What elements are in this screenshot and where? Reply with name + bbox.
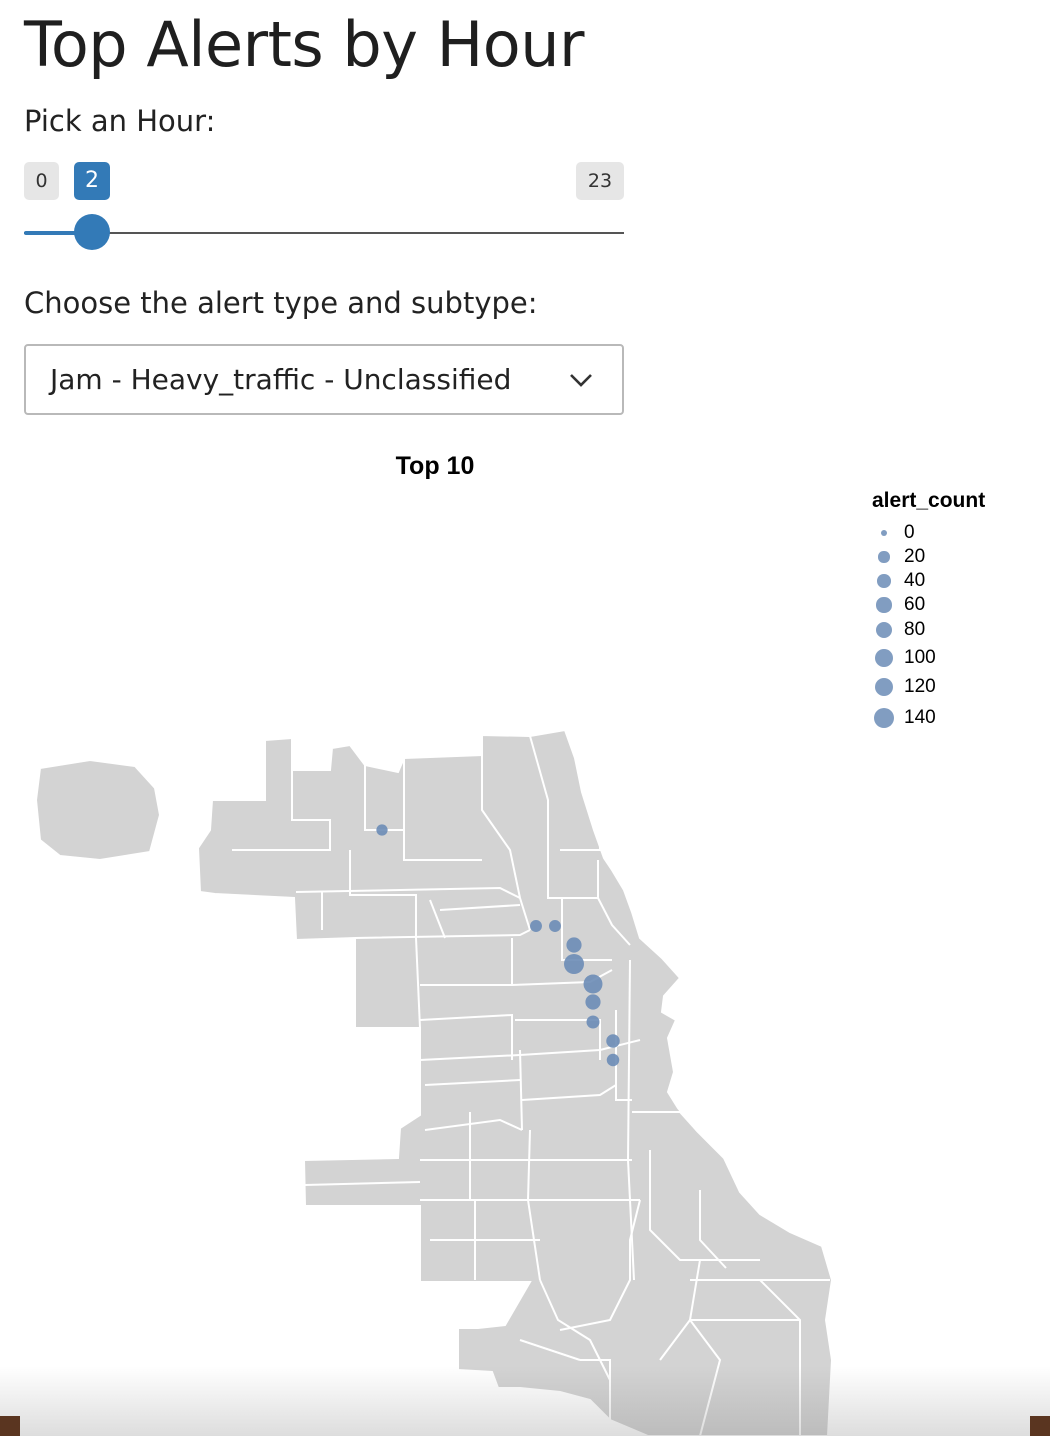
legend-size-dot [875,649,893,667]
legend-value-label: 20 [904,546,926,567]
chevron-down-icon [570,374,592,387]
slider-handle[interactable] [74,214,110,250]
legend-value-label: 40 [904,570,926,591]
alert-point [376,824,388,836]
legend-value-label: 0 [904,522,915,543]
slider-track[interactable] [24,232,624,234]
alert-point [586,1015,600,1029]
hour-slider[interactable]: 0 2 23 [24,162,624,252]
map-base [34,728,834,1436]
slider-value-label: 2 [74,162,110,200]
alert-point [566,937,582,953]
ohare-area [34,758,162,862]
legend-entries: 0 20 40 60 80 100 120 140 [872,519,1042,739]
legend-value-label: 100 [904,647,936,668]
window-corner-right [1030,1416,1050,1436]
legend-entry: 20 [872,545,1032,569]
alert-type-select[interactable]: Jam - Heavy_traffic - Unclassified [24,344,624,415]
legend-size-dot [876,597,892,613]
page-title: Top Alerts by Hour [24,8,585,81]
chart-legend: alert_count 0 20 40 60 80 100 120 140 [872,489,1042,739]
alert-point [606,1053,620,1067]
legend-entry: 80 [872,618,1032,642]
chart-title: Top 10 [395,452,475,480]
alert-type-selected-value: Jam - Heavy_traffic - Unclassified [50,363,512,396]
legend-entry: 60 [872,593,1032,617]
city-outline [196,728,834,1436]
window-corner-left [0,1416,20,1436]
legend-size-dot [878,551,890,563]
legend-value-label: 80 [904,619,926,640]
legend-entry: 0 [872,521,1032,545]
legend-size-dot [881,530,887,536]
alert-point [606,1034,620,1048]
legend-title: alert_count [872,489,986,512]
chicago-map [34,728,834,1436]
legend-entry: 40 [872,569,1032,593]
legend-size-dot [875,621,893,639]
slider-min-label: 0 [24,162,59,200]
alert-point [585,994,601,1010]
alert-point [564,954,584,974]
alert-point [583,974,603,994]
alert-point [530,920,542,932]
legend-value-label: 120 [904,676,936,697]
slider-max-label: 23 [576,162,624,200]
legend-entry: 120 [872,675,1032,699]
legend-value-label: 60 [904,594,926,615]
legend-size-dot [877,574,891,588]
alert-type-label: Choose the alert type and subtype: [24,286,538,320]
hour-slider-label: Pick an Hour: [24,104,216,138]
legend-entry: 100 [872,646,1032,670]
legend-size-dot [874,677,894,697]
alert-point [549,920,561,932]
